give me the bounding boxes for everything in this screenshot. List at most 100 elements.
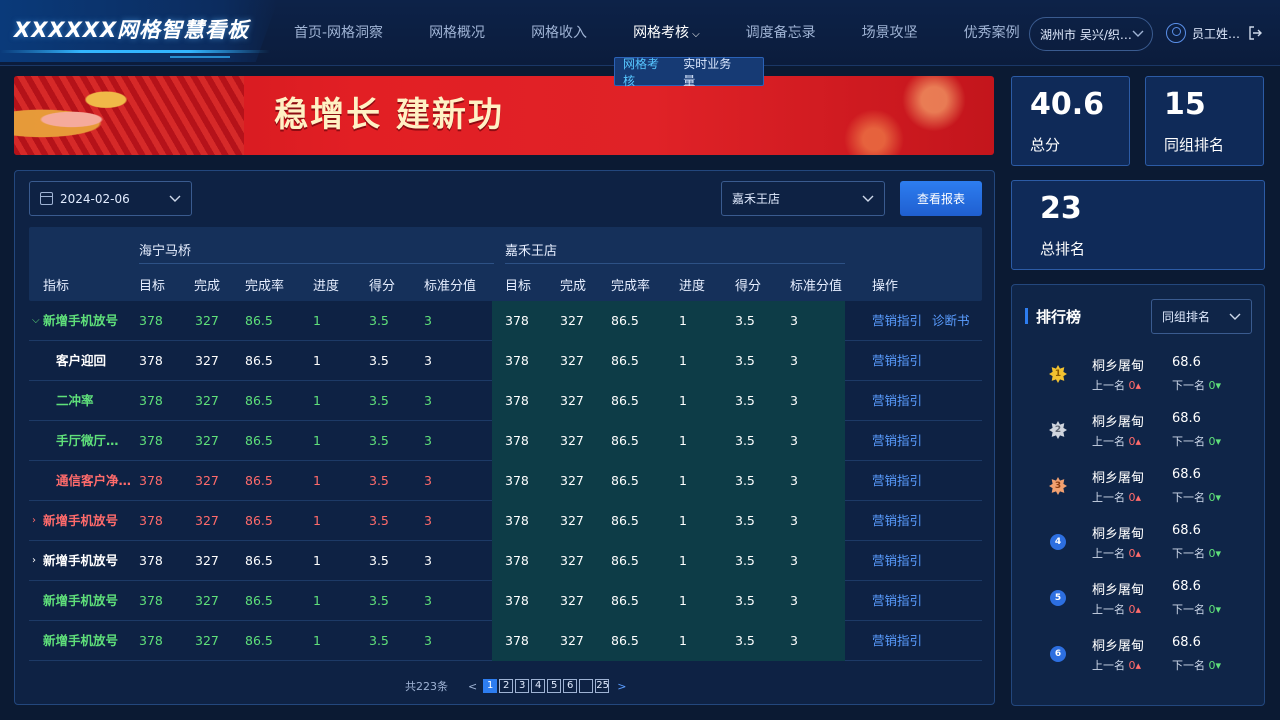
rank-next-gap: 下一名 0▾ [1172, 377, 1221, 393]
header-metric-g2-4: 得分 [735, 279, 762, 294]
cell-g1-3: 1 [313, 473, 321, 488]
cell-g1-3: 1 [313, 393, 321, 408]
rank-next-label: 下一名 [1172, 603, 1205, 616]
arrow-down-icon: ▾ [1215, 603, 1222, 616]
rank-prev-gap: 上一名 0▴ [1092, 657, 1141, 673]
pagination-next[interactable]: > [617, 680, 626, 693]
view-report-button[interactable]: 查看报表 [900, 181, 982, 216]
marketing-guide-link[interactable]: 营销指引 [872, 541, 922, 581]
logout-icon[interactable] [1248, 26, 1263, 40]
diagnosis-link[interactable]: 诊断书 [932, 301, 970, 341]
arrow-down-icon: ▾ [1215, 491, 1222, 504]
nav-item-0[interactable]: 首页-网格洞察 [278, 0, 399, 66]
marketing-guide-link[interactable]: 营销指引 [872, 621, 922, 661]
cell-g2-1: 327 [560, 313, 584, 328]
cell-g1-4: 3.5 [369, 593, 389, 608]
stat-group-rank: 15 同组排名 [1145, 76, 1264, 166]
chevron-down-icon [1229, 313, 1241, 321]
rank-prev-gap: 上一名 0▴ [1092, 433, 1141, 449]
cell-g2-5: 3 [790, 353, 798, 368]
rank-badge-icon: 1 [1049, 365, 1067, 383]
cell-g1-2: 86.5 [245, 353, 273, 368]
city-select-value: 湖州市 吴兴/织… [1040, 27, 1132, 42]
pagination-page[interactable]: 5 [547, 679, 562, 693]
cell-g2-4: 3.5 [735, 593, 755, 608]
pagination-prev[interactable]: < [468, 680, 477, 693]
marketing-guide-link[interactable]: 营销指引 [872, 501, 922, 541]
ranking-item: 2 桐乡屠甸 68.6 上一名 0▴ 下一名 0▾ [1012, 411, 1266, 459]
chevron-right-icon[interactable]: › [32, 501, 36, 541]
cell-g1-5: 3 [424, 393, 432, 408]
rank-prev-value: 0 [1128, 491, 1136, 504]
header-indicator: 指标 [43, 279, 70, 294]
chevron-right-icon[interactable]: › [32, 541, 36, 581]
header-metric-g2-5: 标准分值 [790, 279, 843, 294]
header-metric-g1-5: 标准分值 [424, 279, 477, 294]
cell-g1-1: 327 [195, 513, 219, 528]
cell-g2-5: 3 [790, 593, 798, 608]
store-select[interactable]: 嘉禾王店 [721, 181, 885, 216]
rank-badge-icon: 4 [1050, 534, 1066, 550]
nav-item-label: 网格收入 [531, 25, 588, 41]
chevron-down-icon[interactable]: ⌵ [32, 301, 40, 341]
arrow-up-icon: ▴ [1135, 603, 1142, 616]
rank-name: 桐乡屠甸 [1092, 471, 1145, 486]
pagination-page[interactable]: 4 [531, 679, 546, 693]
marketing-guide-link[interactable]: 营销指引 [872, 581, 922, 621]
pagination-page[interactable]: 3 [515, 679, 530, 693]
table-body: ⌵ 新增手机放号 378 327 86.5 1 3.5 3 378 327 86.5 1 3.5 3 营销指… [29, 301, 982, 661]
rank-prev-value: 0 [1128, 547, 1136, 560]
city-select[interactable]: 湖州市 吴兴/织… [1029, 17, 1153, 51]
cell-g2-5: 3 [790, 433, 798, 448]
cell-g2-1: 327 [560, 633, 584, 648]
dropdown-item-realtime-volume[interactable]: 实时业务量 [683, 55, 741, 89]
header-metric-g1-0: 目标 [139, 279, 166, 294]
nav-item-label: 网格考核 [633, 25, 690, 41]
marketing-guide-link[interactable]: 营销指引 [872, 421, 922, 461]
cell-g2-1: 327 [560, 593, 584, 608]
nav-item-5[interactable]: 场景攻坚 [846, 0, 934, 66]
pagination-page[interactable]: 6 [563, 679, 578, 693]
nav-item-6[interactable]: 优秀案例 [948, 0, 1036, 66]
chevron-down-icon: ⌵ [692, 29, 700, 40]
marketing-guide-link[interactable]: 营销指引 [872, 301, 922, 341]
dropdown-item-grid-assessment[interactable]: 网格考核 [623, 55, 669, 89]
rank-score: 68.6 [1172, 579, 1201, 594]
nav-item-2[interactable]: 网格收入 [515, 0, 603, 66]
date-picker[interactable]: 2024-02-06 [29, 181, 192, 216]
cell-g1-1: 327 [195, 593, 219, 608]
user-menu[interactable]: 员工姓… [1166, 22, 1263, 44]
ranking-panel: 排行榜 同组排名 1 桐乡屠甸 68.6 上一名 0▴ 下一名 0▾ 2 桐乡屠甸 68.6 上… [1011, 284, 1265, 706]
cell-g1-4: 3.5 [369, 473, 389, 488]
cell-g1-5: 3 [424, 593, 432, 608]
pagination-page[interactable] [579, 679, 594, 693]
cell-g1-3: 1 [313, 513, 321, 528]
marketing-guide-link[interactable]: 营销指引 [872, 461, 922, 501]
header-metric-g1-4: 得分 [369, 279, 396, 294]
header-metric-g2-3: 进度 [679, 279, 706, 294]
cell-g1-3: 1 [313, 553, 321, 568]
pagination-page[interactable]: 25 [595, 679, 610, 693]
cell-g1-0: 378 [139, 593, 163, 608]
stat-label: 总排名 [1040, 240, 1086, 258]
marketing-guide-link[interactable]: 营销指引 [872, 381, 922, 421]
cell-g2-0: 378 [505, 313, 529, 328]
rank-score: 68.6 [1172, 411, 1201, 426]
cell-g1-4: 3.5 [369, 393, 389, 408]
cell-g1-2: 86.5 [245, 633, 273, 648]
pagination-page[interactable]: 1 [483, 679, 498, 693]
marketing-guide-link[interactable]: 营销指引 [872, 341, 922, 381]
nav-item-label: 场景攻坚 [861, 25, 918, 41]
nav-item-1[interactable]: 网格概况 [413, 0, 501, 66]
cell-g1-3: 1 [313, 313, 321, 328]
rank-score: 68.6 [1172, 523, 1201, 538]
cell-g2-2: 86.5 [611, 593, 639, 608]
cell-g2-1: 327 [560, 353, 584, 368]
cell-g2-0: 378 [505, 553, 529, 568]
cell-g1-1: 327 [195, 353, 219, 368]
banner-slogan: 稳增长 建新功 [274, 95, 504, 135]
ranking-select[interactable]: 同组排名 [1151, 299, 1252, 334]
cell-g1-0: 378 [139, 313, 163, 328]
header-metric-g1-1: 完成 [194, 279, 221, 294]
pagination-page[interactable]: 2 [499, 679, 514, 693]
